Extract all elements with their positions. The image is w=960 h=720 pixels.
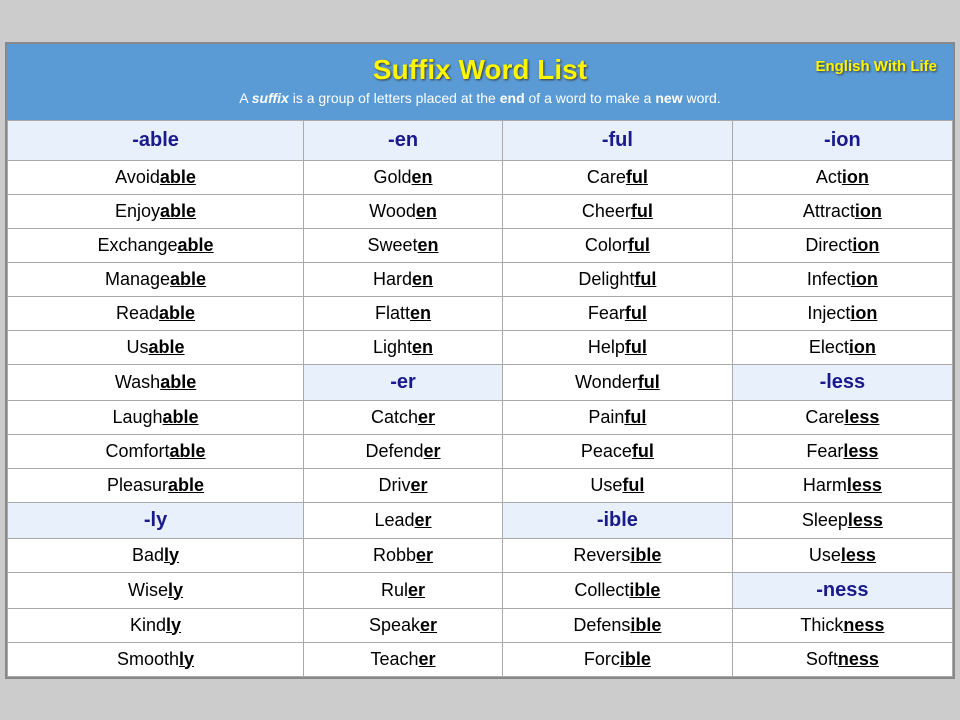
word-cell: Injection xyxy=(732,296,952,330)
word-cell: Harmless xyxy=(732,468,952,502)
word-cell: Kindly xyxy=(8,608,304,642)
word-cell: Smoothly xyxy=(8,642,304,676)
word-cell: Cheerful xyxy=(503,194,733,228)
column-header: -ful xyxy=(503,120,733,160)
column-header: -able xyxy=(8,120,304,160)
word-cell: Avoidable xyxy=(8,160,304,194)
word-cell: Defensible xyxy=(503,608,733,642)
word-cell: Painful xyxy=(503,400,733,434)
word-cell: Leader xyxy=(304,502,503,538)
word-cell: Badly xyxy=(8,538,304,572)
word-cell: Softness xyxy=(732,642,952,676)
word-cell: Robber xyxy=(304,538,503,572)
word-cell: Readable xyxy=(8,296,304,330)
word-cell: Peaceful xyxy=(503,434,733,468)
word-cell: Golden xyxy=(304,160,503,194)
word-cell: Speaker xyxy=(304,608,503,642)
word-cell: Helpful xyxy=(503,330,733,364)
word-cell: Lighten xyxy=(304,330,503,364)
word-cell: Defender xyxy=(304,434,503,468)
brand-label: English With Life xyxy=(815,58,937,75)
word-cell: -ness xyxy=(732,572,952,608)
word-cell: Careless xyxy=(732,400,952,434)
word-cell: Careful xyxy=(503,160,733,194)
word-cell: Comfortable xyxy=(8,434,304,468)
word-cell: Collectible xyxy=(503,572,733,608)
word-cell: Action xyxy=(732,160,952,194)
word-cell: Exchangeable xyxy=(8,228,304,262)
word-cell: Thickness xyxy=(732,608,952,642)
word-cell: Wonderful xyxy=(503,364,733,400)
word-cell: Harden xyxy=(304,262,503,296)
word-cell: Catcher xyxy=(304,400,503,434)
word-cell: Enjoyable xyxy=(8,194,304,228)
word-cell: Flatten xyxy=(304,296,503,330)
word-cell: Sleepless xyxy=(732,502,952,538)
word-cell: Forcible xyxy=(503,642,733,676)
word-cell: Election xyxy=(732,330,952,364)
word-cell: Fearful xyxy=(503,296,733,330)
word-cell: Colorful xyxy=(503,228,733,262)
word-cell: -ly xyxy=(8,502,304,538)
page-title: Suffix Word List xyxy=(23,54,937,86)
word-cell: Teacher xyxy=(304,642,503,676)
column-header: -ion xyxy=(732,120,952,160)
word-cell: Pleasurable xyxy=(8,468,304,502)
word-table: -able-en-ful-ion AvoidableGoldenCarefulAc… xyxy=(7,120,953,677)
word-cell: Reversible xyxy=(503,538,733,572)
header: Suffix Word List A suffix is a group of … xyxy=(7,44,953,120)
word-cell: Useless xyxy=(732,538,952,572)
word-cell: Attraction xyxy=(732,194,952,228)
word-cell: Usable xyxy=(8,330,304,364)
word-cell: Wooden xyxy=(304,194,503,228)
word-cell: Infection xyxy=(732,262,952,296)
word-cell: Wisely xyxy=(8,572,304,608)
word-cell: -less xyxy=(732,364,952,400)
word-cell: Direction xyxy=(732,228,952,262)
word-cell: -ible xyxy=(503,502,733,538)
word-cell: Useful xyxy=(503,468,733,502)
column-header: -en xyxy=(304,120,503,160)
word-cell: Delightful xyxy=(503,262,733,296)
word-cell: Washable xyxy=(8,364,304,400)
word-cell: -er xyxy=(304,364,503,400)
word-cell: Sweeten xyxy=(304,228,503,262)
word-cell: Laughable xyxy=(8,400,304,434)
word-cell: Manageable xyxy=(8,262,304,296)
main-container: Suffix Word List A suffix is a group of … xyxy=(5,42,955,679)
word-cell: Ruler xyxy=(304,572,503,608)
word-cell: Fearless xyxy=(732,434,952,468)
word-cell: Driver xyxy=(304,468,503,502)
subtitle: A suffix is a group of letters placed at… xyxy=(23,90,937,106)
